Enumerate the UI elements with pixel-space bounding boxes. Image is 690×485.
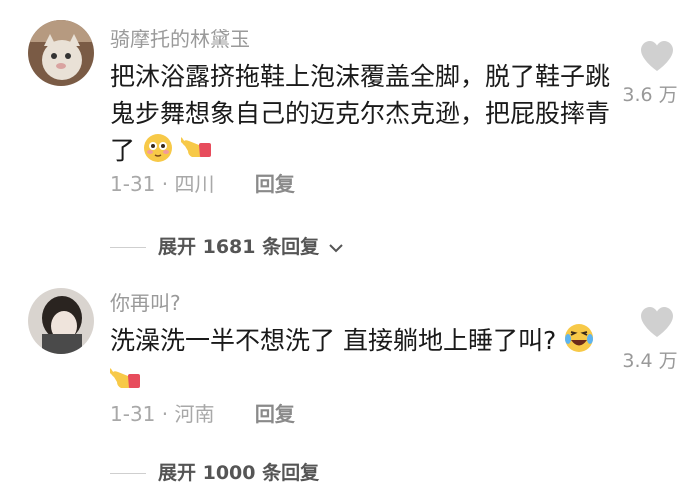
comment-meta: 1-31 · 四川 回复	[110, 172, 295, 196]
comment-location: 河南	[174, 402, 215, 426]
divider-line	[110, 247, 146, 248]
comment-meta: 1-31 · 河南 回复	[110, 402, 295, 426]
comment-body: 洗澡洗一半不想洗了 直接躺地上睡了叫?	[110, 326, 557, 355]
heart-icon[interactable]	[639, 306, 675, 338]
expand-replies-button[interactable]: 展开 1000 条回复	[110, 458, 319, 485]
like-button[interactable]: 3.4 万	[618, 306, 682, 372]
reply-button[interactable]: 回复	[255, 402, 295, 426]
comment-text: 把沐浴露挤拖鞋上泡沫覆盖全脚，脱了鞋子跳鬼步舞想象自己的迈克尔杰克逊，把屁股摔青…	[110, 58, 610, 173]
like-count: 3.6 万	[622, 84, 678, 106]
expand-replies-label: 展开 1681 条回复	[158, 236, 320, 258]
avatar[interactable]	[28, 20, 94, 86]
hand-pointing-icon	[179, 133, 213, 173]
expand-replies-button[interactable]: 展开 1681 条回复	[110, 232, 344, 259]
username[interactable]: 你再叫?	[110, 291, 181, 315]
comment-date: 1-31	[110, 402, 156, 426]
like-count: 3.4 万	[622, 350, 678, 372]
reply-button[interactable]: 回复	[255, 172, 295, 196]
laughing-tears-icon	[564, 323, 594, 363]
expand-replies-label: 展开 1000 条回复	[158, 462, 320, 484]
divider-line	[110, 473, 146, 474]
flushed-face-icon	[143, 133, 173, 173]
comment-text: 洗澡洗一半不想洗了 直接躺地上睡了叫?	[108, 322, 610, 404]
heart-icon[interactable]	[639, 40, 675, 72]
like-button[interactable]: 3.6 万	[618, 40, 682, 106]
chevron-down-icon	[329, 243, 343, 252]
comment-date: 1-31	[110, 172, 156, 196]
comment-location: 四川	[174, 172, 215, 196]
username[interactable]: 骑摩托的林黛玉	[110, 27, 250, 51]
hand-pointing-icon	[108, 364, 142, 404]
avatar[interactable]	[28, 288, 94, 354]
